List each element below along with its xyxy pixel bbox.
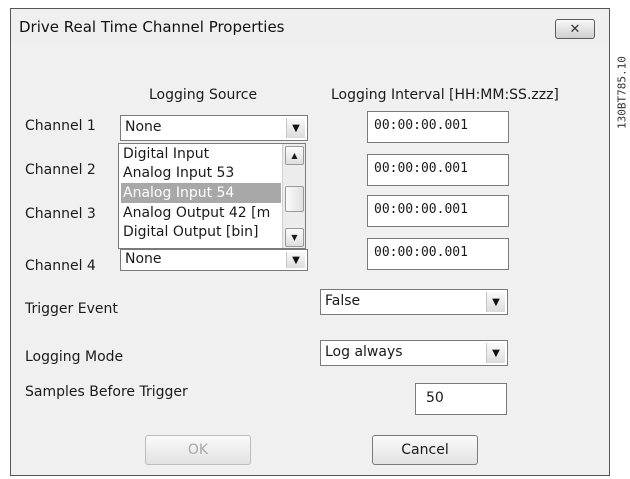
channel-2-interval-input[interactable]: 00:00:00.001 [367,154,509,186]
channel-2-label: Channel 2 [25,162,96,178]
channel-4-interval-input[interactable]: 00:00:00.001 [367,238,509,270]
channel-4-source-value: None [125,251,162,267]
channel-3-interval-input[interactable]: 00:00:00.001 [367,195,509,227]
chevron-up-icon: ▲ [291,151,298,160]
samples-before-trigger-input[interactable]: 50 [415,383,507,415]
list-item[interactable]: Analog Output 42 [m [121,203,281,223]
ok-button-label: OK [187,442,209,458]
close-icon: ✕ [569,21,581,37]
figure-code-text: 130BT785.10 [615,56,629,129]
figure-code: 130BT785.10 [612,8,630,188]
title-bar: Drive Real Time Channel Properties ✕ [11,9,609,43]
trigger-event-value: False [325,293,361,309]
channel-4-interval-value: 00:00:00.001 [374,245,468,260]
channel-2-interval-value: 00:00:00.001 [374,161,468,176]
list-item[interactable]: Digital Input [121,144,281,164]
scroll-down-button[interactable]: ▼ [285,228,304,247]
trigger-event-label: Trigger Event [25,301,118,317]
close-button[interactable]: ✕ [555,19,595,39]
chevron-down-icon[interactable]: ▼ [486,292,505,312]
list-scrollbar[interactable]: ▲ ▼ [282,144,305,248]
logging-mode-label: Logging Mode [25,349,124,365]
scroll-thumb[interactable] [285,186,304,212]
logging-mode-select[interactable]: Log always ▼ [320,340,508,366]
channel-4-label: Channel 4 [25,258,96,274]
channel-1-interval-input[interactable]: 00:00:00.001 [367,111,509,143]
channel-1-source-value: None [125,119,162,135]
channel-1-label: Channel 1 [25,118,96,134]
samples-before-trigger-value: 50 [426,390,444,406]
scroll-up-button[interactable]: ▲ [285,146,304,165]
samples-before-trigger-label: Samples Before Trigger [25,384,188,400]
chevron-down-icon[interactable]: ▼ [486,343,505,363]
channel-3-interval-value: 00:00:00.001 [374,202,468,217]
chevron-down-icon[interactable]: ▼ [286,118,305,138]
chevron-down-icon[interactable]: ▼ [286,252,305,268]
ok-button[interactable]: OK [145,435,251,465]
cancel-button-label: Cancel [401,442,449,458]
channel-1-source-select[interactable]: None ▼ [120,115,308,141]
cancel-button[interactable]: Cancel [372,435,478,465]
logging-source-header: Logging Source [149,87,258,103]
channel-1-interval-value: 00:00:00.001 [374,118,468,133]
trigger-event-select[interactable]: False ▼ [320,289,508,315]
list-item[interactable]: Digital Output [bin] [121,222,281,242]
chevron-down-icon: ▼ [291,233,298,242]
logging-mode-value: Log always [325,344,403,360]
source-dropdown-list[interactable]: Digital Input Analog Input 53 Analog Inp… [118,143,306,249]
logging-interval-header: Logging Interval [HH:MM:SS.zzz] [331,87,559,103]
channel-3-label: Channel 3 [25,206,96,222]
window-title: Drive Real Time Channel Properties [19,18,285,36]
list-item-selected[interactable]: Analog Input 54 [121,183,281,203]
list-item[interactable]: Analog Input 53 [121,163,281,183]
channel-4-source-select[interactable]: None ▼ [120,249,308,271]
channel-properties-dialog: Drive Real Time Channel Properties ✕ Log… [10,8,610,476]
